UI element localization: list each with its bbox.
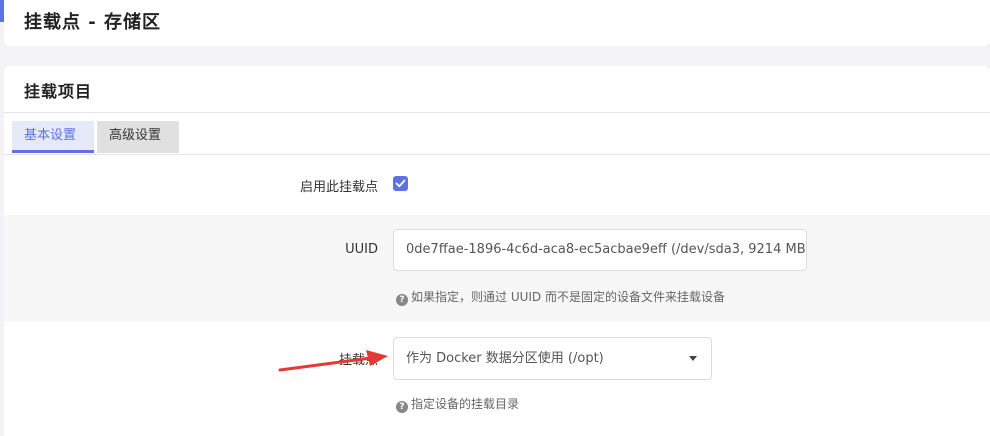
caret-down-icon	[689, 356, 697, 361]
mountpoint-select-value: 作为 Docker 数据分区使用 (/opt)	[406, 351, 604, 366]
enable-checkbox[interactable]	[393, 176, 408, 191]
uuid-hint: ? 如果指定，则通过 UUID 而不是固定的设备文件来挂载设备	[396, 288, 725, 306]
tab-basic-settings[interactable]: 基本设置	[12, 121, 94, 153]
annotation-arrow-icon	[278, 350, 388, 372]
page-title: 挂载点 - 存储区	[24, 12, 162, 33]
tab-advanced-settings[interactable]: 高级设置	[97, 121, 179, 153]
mountpoint-hint-text: 指定设备的挂载目录	[411, 397, 520, 411]
uuid-hint-text: 如果指定，则通过 UUID 而不是固定的设备文件来挂载设备	[411, 290, 725, 304]
question-circle-icon: ?	[396, 401, 408, 413]
question-circle-icon: ?	[396, 294, 408, 306]
uuid-input[interactable]: 0de7ffae-1896-4c6d-aca8-ec5acbae9eff (/d…	[393, 229, 807, 271]
mountpoint-select[interactable]: 作为 Docker 数据分区使用 (/opt)	[393, 337, 712, 380]
section-title: 挂载项目	[24, 82, 93, 101]
uuid-label: UUID	[345, 242, 378, 257]
checkmark-icon	[395, 179, 406, 188]
mountpoint-hint: ? 指定设备的挂载目录	[396, 395, 519, 413]
tabs-divider	[4, 154, 990, 155]
section-divider	[4, 112, 990, 113]
enable-label: 启用此挂载点	[299, 180, 378, 195]
